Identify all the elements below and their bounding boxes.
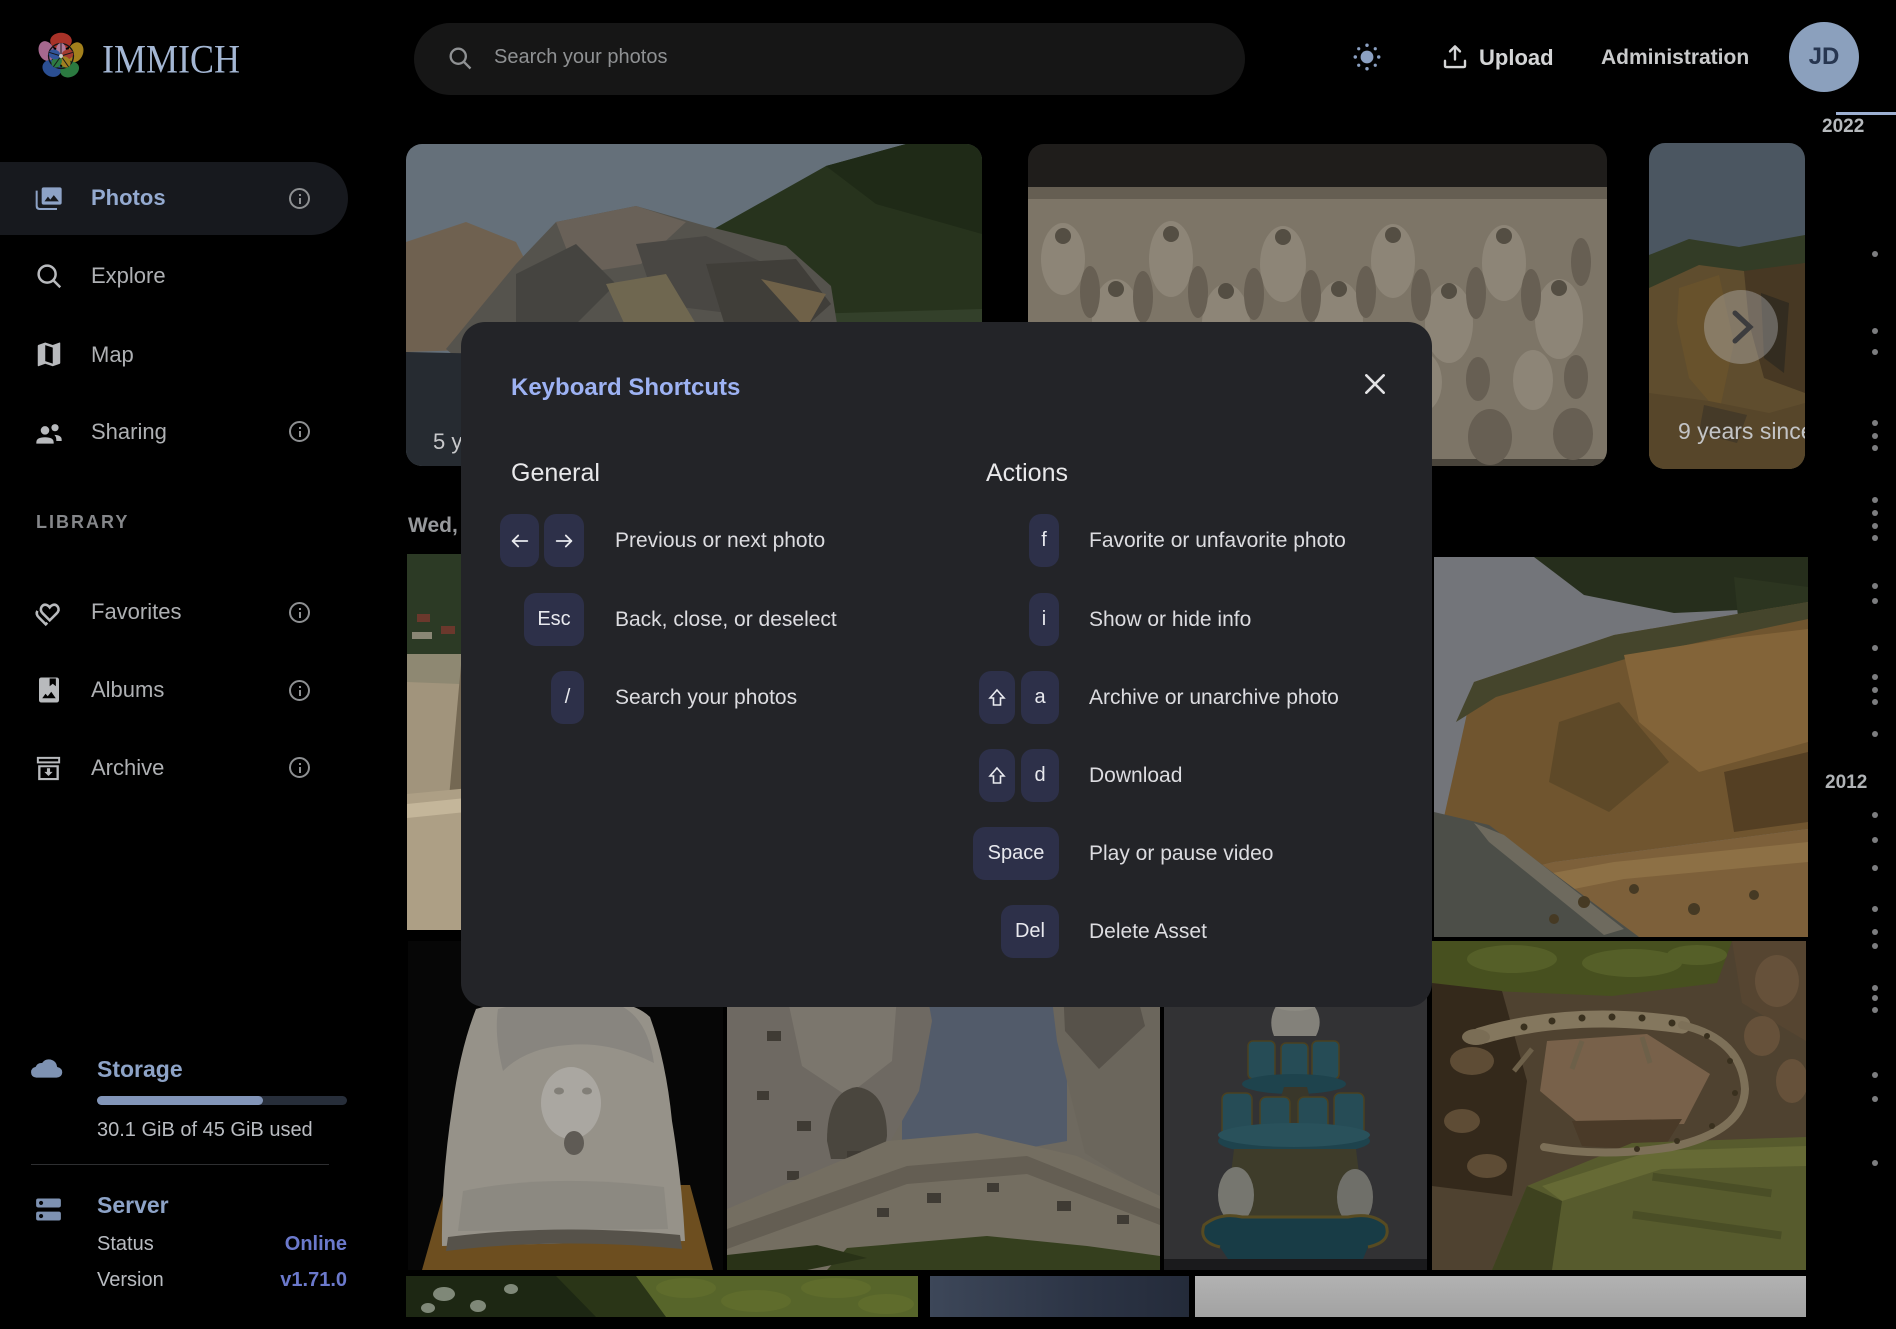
svg-text:9 years since: 9 years since — [1678, 418, 1805, 444]
